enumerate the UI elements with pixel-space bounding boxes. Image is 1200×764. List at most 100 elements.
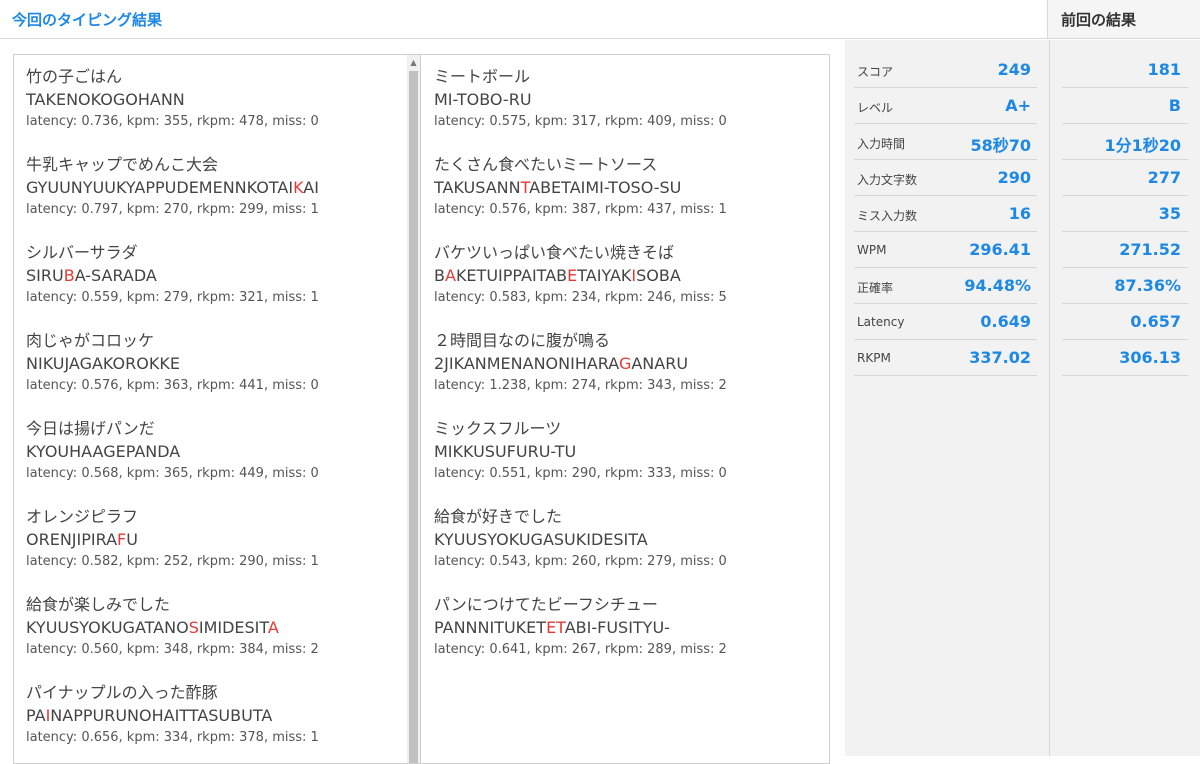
stat-row-score: スコア 249 [854,53,1037,88]
stat-row-wpm: WPM 296.41 [854,233,1037,268]
stat-value: 337.02 [969,348,1031,367]
prev-value: 87.36% [1114,276,1181,295]
entry-romaji: KYOUHAAGEPANDA [26,442,181,461]
prev-row-score: 181 [1062,53,1188,88]
entry-stats: latency: 0.568, kpm: 365, rkpm: 449, mis… [26,466,319,481]
prev-row-char-count: 277 [1062,161,1188,196]
result-entry: 牛乳キャップでめんこ大会 GYUUNYUUKYAPPUDEMENNKOTAIKA… [26,155,416,243]
stat-row-input-time: 入力時間 58秒70 [854,125,1037,160]
result-entry: 給食が楽しみでした KYUUSYOKUGATANOSIMIDESITA late… [26,595,416,683]
result-entry: ２時間目なのに腹が鳴る 2JIKANMENANONIHARAGANARU lat… [434,331,824,419]
result-entry: シルバーサラダ SIRUBA-SARADA latency: 0.559, kp… [26,243,416,331]
stat-value: 16 [1008,204,1031,223]
stat-value: 296.41 [969,240,1031,259]
entry-japanese: 給食が楽しみでした [26,595,171,614]
stat-value: A+ [1005,96,1031,115]
entry-romaji: MI-TOBO-RU [434,90,532,109]
stat-row-accuracy: 正確率 94.48% [854,269,1037,304]
stat-label: Latency [857,315,905,329]
previous-results-title: 前回の結果 [1061,11,1137,29]
stat-row-miss-count: ミス入力数 16 [854,197,1037,232]
entry-japanese: 今日は揚げパンだ [26,419,155,438]
stat-label: 入力時間 [857,137,906,151]
entry-stats: latency: 0.582, kpm: 252, rkpm: 290, mis… [26,554,319,569]
stat-row-rkpm: RKPM 337.02 [854,341,1037,376]
entry-stats: latency: 0.576, kpm: 363, rkpm: 441, mis… [26,378,319,393]
result-entry: オレンジピラフ ORENJIPIRAFU latency: 0.582, kpm… [26,507,416,595]
stat-label: スコア [857,65,894,79]
current-results-header: 今回のタイピング結果 [0,0,1048,39]
entry-romaji: PAINAPPURUNOHAITTASUBUTA [26,706,273,725]
entry-stats: latency: 0.656, kpm: 334, rkpm: 378, mis… [26,730,319,745]
entry-romaji: 2JIKANMENANONIHARAGANARU [434,354,689,373]
miss-char: T [520,178,530,197]
stat-label: レベル [857,101,894,115]
scroll-up-arrow-icon[interactable]: ▲ [407,55,420,69]
list-scrollbar[interactable]: ▲ [407,55,420,763]
miss-char: A [444,266,456,285]
entry-japanese: バケツいっぱい食べたい焼きそば [434,243,675,262]
stat-value: 0.649 [980,312,1031,331]
result-entry: パンにつけてたビーフシチュー PANNNITUKETETABI-FUSITYU-… [434,595,824,683]
previous-stats-panel: 181 B 1分1秒20 277 35 271.52 87.36% 0.657 … [1049,40,1200,756]
miss-char: E [567,266,578,285]
entry-stats: latency: 0.575, kpm: 317, rkpm: 409, mis… [434,114,727,129]
miss-char: G [618,354,632,373]
result-entry: ミートボール MI-TOBO-RU latency: 0.575, kpm: 3… [434,67,824,155]
stat-row-char-count: 入力文字数 290 [854,161,1037,196]
prev-value: 35 [1158,204,1181,223]
entry-romaji: KYUUSYOKUGASUKIDESITA [434,530,648,549]
stat-value: 94.48% [964,276,1031,295]
typing-results-list[interactable]: 竹の子ごはん TAKENOKOGOHANN latency: 0.736, kp… [13,54,830,764]
stat-label: WPM [857,243,887,257]
prev-row-accuracy: 87.36% [1062,269,1188,304]
entry-japanese: 牛乳キャップでめんこ大会 [26,155,219,174]
entry-stats: latency: 0.583, kpm: 234, rkpm: 246, mis… [434,290,727,305]
miss-char: F [117,530,127,549]
miss-char: E [546,618,557,637]
entry-japanese: オレンジピラフ [26,507,139,526]
entry-romaji: MIKKUSUFURU-TU [434,442,577,461]
entry-stats: latency: 0.576, kpm: 387, rkpm: 437, mis… [434,202,727,217]
scrollbar-thumb[interactable] [409,71,418,763]
column-divider [420,55,421,763]
entry-japanese: 竹の子ごはん [26,67,123,86]
prev-value: 306.13 [1119,348,1181,367]
prev-value: B [1168,96,1181,115]
entry-japanese: パイナップルの入った酢豚 [26,683,218,702]
entry-romaji: BAKETUIPPAITABETAIYAKISOBA [434,266,681,285]
entry-stats: latency: 0.551, kpm: 290, rkpm: 333, mis… [434,466,727,481]
entry-stats: latency: 0.560, kpm: 348, rkpm: 384, mis… [26,642,319,657]
stat-value: 290 [997,168,1031,187]
entry-stats: latency: 0.641, kpm: 267, rkpm: 289, mis… [434,642,727,657]
entry-stats: latency: 0.559, kpm: 279, rkpm: 321, mis… [26,290,319,305]
result-entry: バケツいっぱい食べたい焼きそば BAKETUIPPAITABETAIYAKISO… [434,243,824,331]
miss-char: A [267,618,279,637]
entry-romaji: SIRUBA-SARADA [26,266,157,285]
entry-romaji: KYUUSYOKUGATANOSIMIDESITA [26,618,279,637]
result-entry: たくさん食べたいミートソース TAKUSANNTABETAIMI-TOSO-SU… [434,155,824,243]
result-entry: 今日は揚げパンだ KYOUHAAGEPANDA latency: 0.568, … [26,419,416,507]
prev-value: 1分1秒20 [1104,136,1181,155]
entry-romaji: ORENJIPIRAFU [26,530,138,549]
result-entry: パイナップルの入った酢豚 PAINAPPURUNOHAITTASUBUTA la… [26,683,416,763]
prev-value: 181 [1147,60,1181,79]
entry-japanese: ２時間目なのに腹が鳴る [434,331,611,350]
prev-row-wpm: 271.52 [1062,233,1188,268]
previous-results-header: 前回の結果 [1048,0,1200,39]
entry-japanese: パンにつけてたビーフシチュー [434,595,658,614]
miss-char: B [63,266,75,285]
prev-row-rkpm: 306.13 [1062,341,1188,376]
miss-char: T [556,618,565,637]
prev-value: 277 [1147,168,1181,187]
prev-row-level: B [1062,89,1188,124]
entry-romaji: GYUUNYUUKYAPPUDEMENNKOTAIKAI [26,178,319,197]
prev-row-miss-count: 35 [1062,197,1188,232]
stat-label: 正確率 [857,281,894,295]
stat-label: RKPM [857,351,891,365]
entry-japanese: 給食が好きでした [434,507,563,526]
entry-romaji: NIKUJAGAKOROKKE [26,354,180,373]
entry-romaji: PANNNITUKETETABI-FUSITYU- [434,618,670,637]
entry-japanese: ミートボール [434,67,531,86]
stat-row-latency: Latency 0.649 [854,305,1037,340]
